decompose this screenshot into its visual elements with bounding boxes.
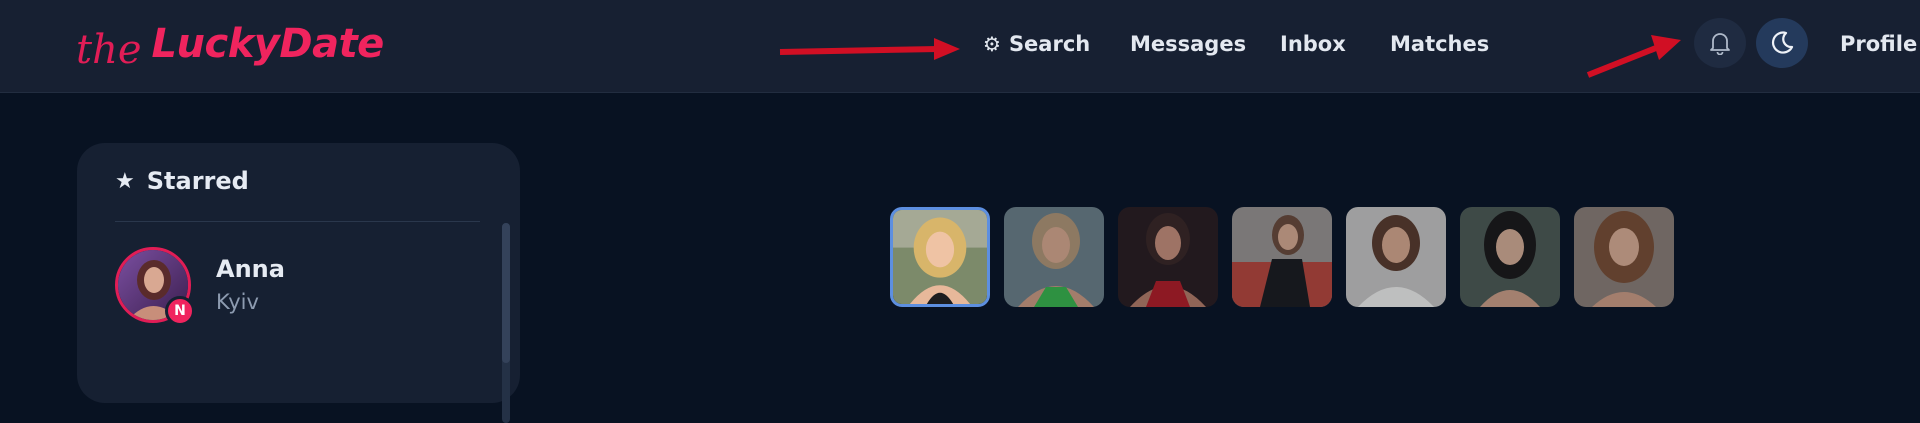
photo-image xyxy=(1004,207,1104,307)
brand-logo[interactable]: the LuckyDate xyxy=(76,4,384,84)
photo-thumbnail[interactable] xyxy=(1574,207,1674,307)
brand-prefix: the xyxy=(76,27,142,73)
nav-messages-label: Messages xyxy=(1130,32,1247,56)
bell-icon xyxy=(1710,33,1730,55)
nav-item-messages[interactable]: Messages xyxy=(1130,28,1246,60)
annotation-arrow-notifications xyxy=(1586,35,1681,78)
brand-name: LuckyDate xyxy=(151,21,385,67)
photo-thumbnail[interactable] xyxy=(1346,207,1446,307)
photo-thumbnail[interactable] xyxy=(1232,207,1332,307)
profile-label: Profile xyxy=(1840,32,1918,56)
photo-thumbnail[interactable] xyxy=(1004,207,1104,307)
photo-thumbnail[interactable] xyxy=(1118,207,1218,307)
photo-image xyxy=(1346,207,1446,307)
starred-panel: ★ Starred N Anna Kyiv xyxy=(77,143,520,423)
photo-image xyxy=(893,210,987,304)
photo-image xyxy=(1460,207,1560,307)
new-badge: N xyxy=(165,296,195,326)
nav-item-inbox[interactable]: Inbox xyxy=(1280,28,1346,60)
nav-inbox-label: Inbox xyxy=(1280,32,1346,56)
nav-item-profile[interactable]: Profile xyxy=(1840,28,1917,60)
panel-divider xyxy=(115,221,480,222)
photo-image xyxy=(1118,207,1218,307)
starred-header: ★ Starred xyxy=(115,167,249,195)
scrollbar-thumb[interactable] xyxy=(502,223,510,363)
contact-city: Kyiv xyxy=(216,290,259,314)
moon-icon xyxy=(1771,31,1794,54)
photo-image xyxy=(1232,207,1332,307)
photo-thumbnail[interactable] xyxy=(1460,207,1560,307)
top-navigation-bar: the LuckyDate ⚙ Search Messages Inbox Ma… xyxy=(0,0,1920,93)
nav-matches-label: Matches xyxy=(1390,32,1490,56)
gear-icon: ⚙ xyxy=(983,32,1001,56)
nav-item-search[interactable]: ⚙ Search xyxy=(983,28,1090,60)
annotation-arrow-search xyxy=(779,38,960,60)
starred-title: Starred xyxy=(146,167,249,195)
nav-item-matches[interactable]: Matches xyxy=(1390,28,1489,60)
photo-image xyxy=(1574,207,1674,307)
nav-search-label: Search xyxy=(1008,32,1091,56)
theme-toggle-button[interactable] xyxy=(1756,18,1808,68)
notifications-button[interactable] xyxy=(1694,18,1746,68)
contact-name: Anna xyxy=(216,255,285,283)
star-icon: ★ xyxy=(115,168,135,194)
photo-thumbnail[interactable] xyxy=(890,207,990,307)
